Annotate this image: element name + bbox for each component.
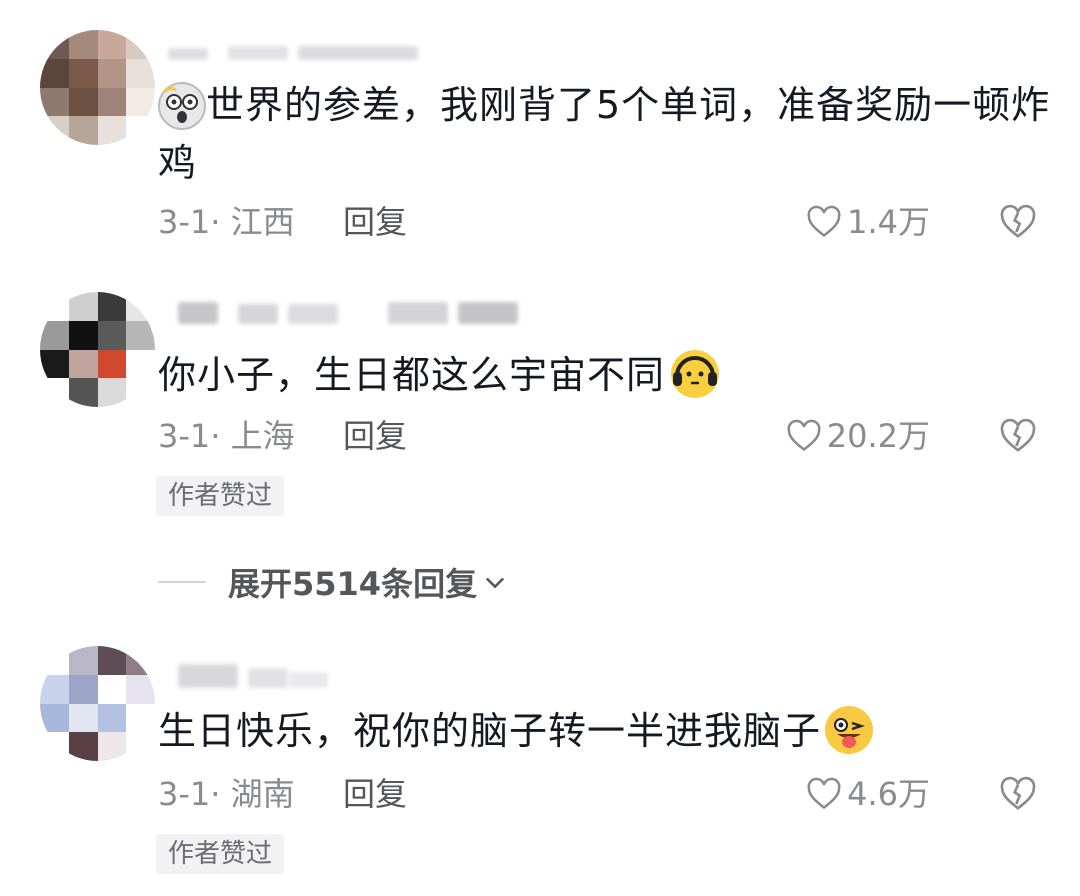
reply-button[interactable]: 回复 bbox=[343, 200, 407, 244]
author-liked-badge: 作者赞过 bbox=[156, 834, 285, 874]
scared-face-icon bbox=[158, 82, 206, 130]
comment-text: 世界的参差，我刚背了5个单词，准备奖励一顿炸鸡 bbox=[158, 82, 1051, 185]
username-blurred[interactable] bbox=[158, 38, 428, 68]
heart-outline-icon bbox=[787, 419, 821, 452]
username-blurred[interactable] bbox=[158, 660, 358, 690]
reply-button[interactable]: 回复 bbox=[343, 414, 407, 458]
avatar[interactable] bbox=[40, 292, 155, 407]
like-button[interactable]: 4.6万 bbox=[805, 772, 930, 816]
broken-heart-icon[interactable] bbox=[998, 202, 1038, 242]
comment-meta: 3-1· 湖南 回复 4.6万 bbox=[158, 772, 1058, 816]
date-location: 3-1· 江西 bbox=[158, 203, 295, 241]
date-location: 3-1· 湖南 bbox=[158, 775, 295, 813]
headphones-face-icon bbox=[671, 350, 720, 398]
heart-outline-icon bbox=[807, 205, 841, 238]
wink-tongue-face-icon bbox=[825, 706, 874, 754]
avatar[interactable] bbox=[40, 646, 155, 761]
expand-replies-button[interactable]: 展开5514条回复 bbox=[158, 560, 509, 604]
username-blurred[interactable] bbox=[158, 298, 538, 328]
author-liked-badge: 作者赞过 bbox=[156, 476, 285, 516]
comment-text: 生日快乐，祝你的脑子转一半进我脑子 bbox=[158, 702, 1058, 760]
heart-outline-icon bbox=[807, 777, 841, 810]
like-button[interactable]: 20.2万 bbox=[785, 414, 930, 458]
broken-heart-icon[interactable] bbox=[998, 774, 1038, 814]
broken-heart-icon[interactable] bbox=[998, 416, 1038, 456]
avatar[interactable] bbox=[40, 30, 155, 145]
comment-meta: 3-1· 上海 回复 20.2万 bbox=[158, 414, 1058, 458]
like-button[interactable]: 1.4万 bbox=[805, 200, 930, 244]
date-location: 3-1· 上海 bbox=[158, 417, 295, 455]
reply-button[interactable]: 回复 bbox=[343, 772, 407, 816]
like-count: 4.6万 bbox=[847, 775, 930, 813]
chevron-down-icon bbox=[486, 577, 505, 589]
comment-meta: 3-1· 江西 回复 1.4万 bbox=[158, 200, 1058, 244]
comment-text: 你小子，生日都这么宇宙不同 bbox=[158, 346, 1058, 404]
like-count: 1.4万 bbox=[847, 203, 930, 241]
like-count: 20.2万 bbox=[826, 417, 930, 455]
expand-replies-label: 展开5514条回复 bbox=[228, 565, 478, 603]
divider-line bbox=[158, 581, 206, 583]
